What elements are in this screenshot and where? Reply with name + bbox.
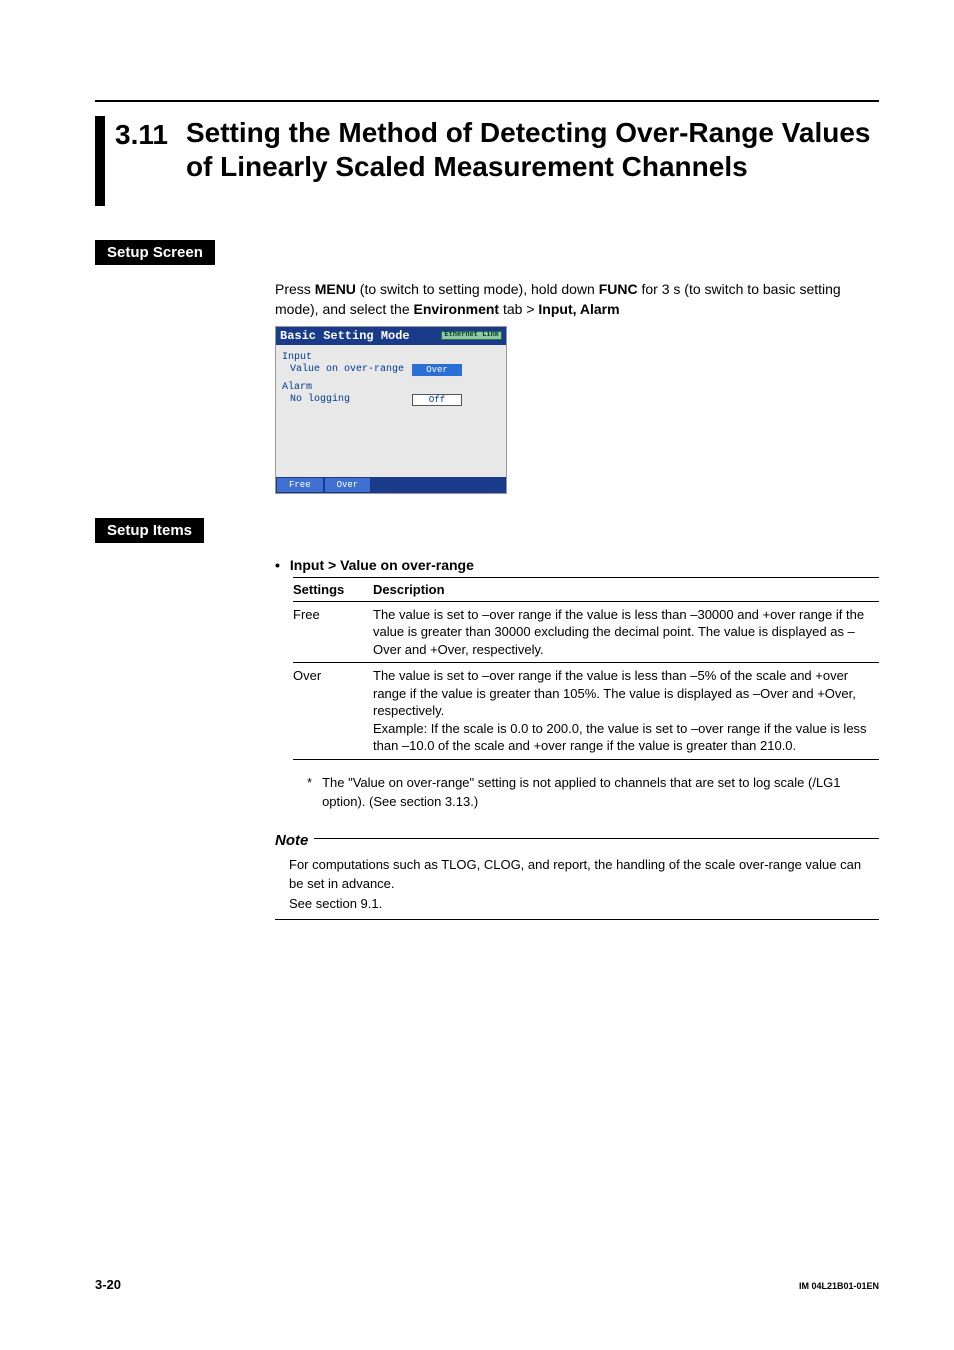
note-body: For computations such as TLOG, CLOG, and… <box>275 855 879 921</box>
setting-over: Over <box>293 663 373 760</box>
page-footer: 3-20 IM 04L21B01-01EN <box>95 1277 879 1292</box>
ethernet-link-badge: Ethernet Link <box>441 331 502 340</box>
footnote: * The "Value on over-range" setting is n… <box>307 774 879 812</box>
desc-over: The value is set to –over range if the v… <box>373 663 879 760</box>
setup-items-label: Setup Items <box>95 518 204 543</box>
value-on-over-range-value: Over <box>412 364 462 376</box>
table-row: Free The value is set to –over range if … <box>293 601 879 663</box>
alarm-group-label: Alarm <box>282 382 312 393</box>
screenshot-footer: Free Over <box>276 477 506 493</box>
no-logging-label: No logging <box>282 394 412 405</box>
section-heading: 3.11 Setting the Method of Detecting Ove… <box>95 116 879 206</box>
th-description: Description <box>373 577 879 601</box>
footnote-text: The "Value on over-range" setting is not… <box>322 774 879 812</box>
screenshot-title: Basic Setting Mode <box>280 329 410 343</box>
note-heading: Note <box>275 832 308 849</box>
bullet-icon: • <box>275 557 280 573</box>
over-button: Over <box>325 478 371 492</box>
section-number: 3.11 <box>115 116 168 152</box>
input-value-subheading: Input > Value on over-range <box>290 557 474 573</box>
note-rule <box>314 838 879 839</box>
page-number: 3-20 <box>95 1277 121 1292</box>
th-settings: Settings <box>293 577 373 601</box>
settings-table: Settings Description Free The value is s… <box>293 577 879 760</box>
input-group-label: Input <box>282 352 312 363</box>
setting-free: Free <box>293 601 373 663</box>
heading-bar <box>95 116 105 206</box>
document-id: IM 04L21B01-01EN <box>799 1281 879 1291</box>
free-button: Free <box>277 478 323 492</box>
section-title: Setting the Method of Detecting Over-Ran… <box>186 116 879 183</box>
footnote-mark: * <box>307 774 312 812</box>
value-on-over-range-label: Value on over-range <box>282 364 412 375</box>
no-logging-value: Off <box>412 394 462 406</box>
table-row: Over The value is set to –over range if … <box>293 663 879 760</box>
setup-screen-label: Setup Screen <box>95 240 215 265</box>
screenshot-titlebar: Basic Setting Mode Ethernet Link <box>276 327 506 345</box>
instruction-text: Press MENU (to switch to setting mode), … <box>275 279 879 320</box>
top-rule <box>95 100 879 102</box>
basic-setting-mode-screenshot: Basic Setting Mode Ethernet Link Input V… <box>275 326 507 494</box>
desc-free: The value is set to –over range if the v… <box>373 601 879 663</box>
